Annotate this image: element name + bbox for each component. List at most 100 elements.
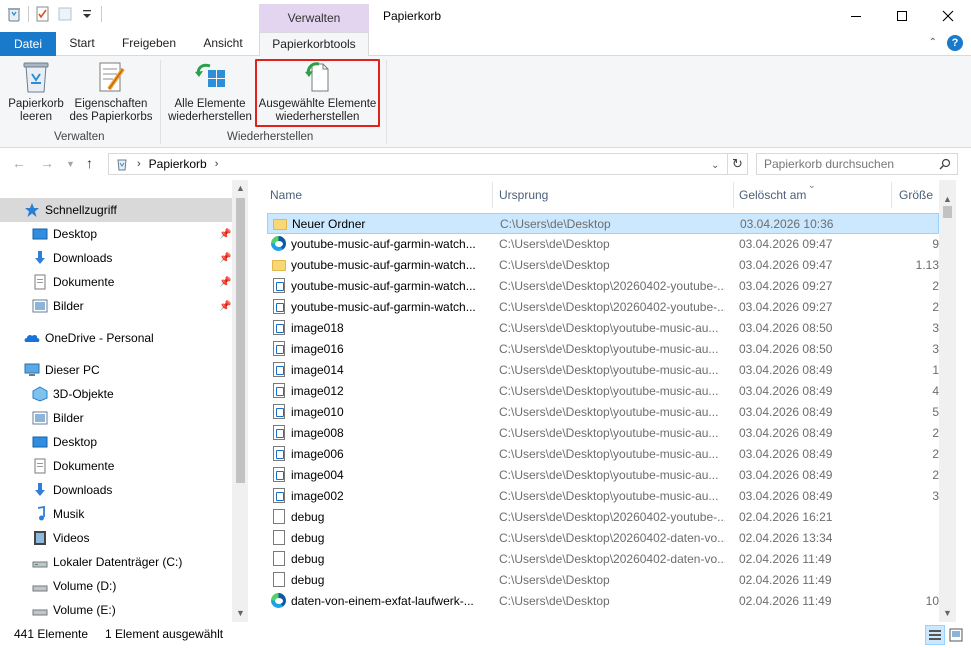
sidebar-scrollbar[interactable]: ▲ ▼ bbox=[232, 180, 248, 622]
sidebar-item-videos[interactable]: Videos bbox=[0, 526, 232, 550]
table-row[interactable]: debug C:\Users\de\Desktop\20260402-daten-… bbox=[267, 528, 939, 549]
column-header-origin[interactable]: Ursprung bbox=[499, 188, 548, 202]
tab-freigeben[interactable]: Freigeben bbox=[112, 32, 186, 56]
sidebar-item-dieser-pc[interactable]: Dieser PC bbox=[0, 358, 232, 382]
minimize-button[interactable] bbox=[833, 0, 879, 32]
table-row[interactable]: image008 C:\Users\de\Desktop\youtube-musi… bbox=[267, 423, 939, 444]
sidebar-item-schnellzugriff[interactable]: Schnellzugriff bbox=[0, 198, 232, 222]
column-header-name[interactable]: Name bbox=[270, 188, 302, 202]
window-title: Papierkorb bbox=[383, 9, 442, 23]
file-origin: C:\Users\de\Desktop bbox=[500, 217, 611, 231]
scrollbar-thumb[interactable] bbox=[236, 198, 245, 483]
sidebar-item-volume-d[interactable]: Volume (D:) bbox=[0, 574, 232, 598]
tab-start[interactable]: Start bbox=[60, 32, 104, 56]
address-dropdown-icon[interactable]: ⌄ bbox=[711, 160, 719, 171]
table-row[interactable]: daten-von-einem-exfat-laufwerk-... C:\Use… bbox=[267, 591, 939, 612]
pin-icon[interactable]: 📌 bbox=[219, 253, 231, 264]
table-row[interactable]: youtube-music-auf-garmin-watch... C:\User… bbox=[267, 276, 939, 297]
recent-locations-icon[interactable]: ▼ bbox=[66, 159, 75, 169]
properties-small-icon[interactable] bbox=[35, 6, 51, 22]
up-arrow-icon[interactable]: ↑ bbox=[86, 155, 93, 171]
table-row[interactable]: youtube-music-auf-garmin-watch... C:\User… bbox=[267, 234, 939, 255]
large-icons-view-button[interactable] bbox=[946, 625, 966, 645]
file-size: 1.13 bbox=[915, 258, 939, 272]
collapse-ribbon-icon[interactable]: ⌃ bbox=[929, 35, 937, 51]
forward-arrow-icon[interactable]: → bbox=[40, 155, 54, 171]
table-row[interactable]: image018 C:\Users\de\Desktop\youtube-musi… bbox=[267, 318, 939, 339]
close-button[interactable] bbox=[925, 0, 971, 32]
table-row[interactable]: youtube-music-auf-garmin-watch... C:\User… bbox=[267, 297, 939, 318]
sidebar-item-3d-objekte[interactable]: 3D-Objekte bbox=[0, 382, 232, 406]
table-row[interactable]: debug C:\Users\de\Desktop 02.04.2026 11:49 bbox=[267, 570, 939, 591]
sidebar-item-dokumente[interactable]: Dokumente 📌 bbox=[0, 270, 232, 294]
customize-toolbar-icon[interactable] bbox=[79, 6, 95, 22]
recycle-bin-properties-button[interactable]: Eigenschaften des Papierkorbs bbox=[69, 60, 153, 124]
table-row[interactable]: image002 C:\Users\de\Desktop\youtube-musi… bbox=[267, 486, 939, 507]
image-icon bbox=[271, 320, 287, 336]
column-separator[interactable] bbox=[492, 182, 493, 208]
scroll-up-icon[interactable]: ▲ bbox=[939, 194, 956, 204]
column-separator[interactable] bbox=[733, 182, 734, 208]
table-row[interactable]: image016 C:\Users\de\Desktop\youtube-musi… bbox=[267, 339, 939, 360]
sidebar-item-desktop-pc[interactable]: Desktop bbox=[0, 430, 232, 454]
tab-papierkorbtools[interactable]: Papierkorbtools bbox=[259, 32, 369, 57]
sidebar-item-onedrive[interactable]: OneDrive - Personal bbox=[0, 326, 232, 350]
column-header-size[interactable]: Größe bbox=[899, 188, 933, 202]
scroll-down-icon[interactable]: ▼ bbox=[232, 608, 248, 618]
address-bar[interactable]: › Papierkorb › bbox=[108, 153, 728, 175]
help-icon[interactable]: ? bbox=[947, 35, 963, 51]
tab-ansicht[interactable]: Ansicht bbox=[192, 32, 254, 56]
image-icon bbox=[271, 488, 287, 504]
file-size: 4 bbox=[932, 384, 939, 398]
download-icon bbox=[32, 482, 48, 498]
breadcrumb-chevron-icon[interactable]: › bbox=[137, 158, 141, 170]
scrollbar-thumb[interactable] bbox=[943, 206, 952, 218]
sidebar-item-volume-e[interactable]: Volume (E:) bbox=[0, 598, 232, 622]
restore-all-button[interactable]: Alle Elemente wiederherstellen bbox=[165, 60, 255, 124]
file-name: image002 bbox=[291, 489, 344, 503]
sidebar-item-dokumente-pc[interactable]: Dokumente bbox=[0, 454, 232, 478]
details-view-button[interactable] bbox=[925, 625, 945, 645]
sidebar-item-bilder[interactable]: Bilder 📌 bbox=[0, 294, 232, 318]
file-size: 2 bbox=[932, 426, 939, 440]
text-file-icon bbox=[271, 509, 287, 525]
scroll-down-icon[interactable]: ▼ bbox=[939, 608, 956, 618]
pin-icon[interactable]: 📌 bbox=[219, 229, 231, 240]
table-row[interactable]: debug C:\Users\de\Desktop\20260402-youtub… bbox=[267, 507, 939, 528]
table-row[interactable]: youtube-music-auf-garmin-watch... C:\User… bbox=[267, 255, 939, 276]
list-scrollbar[interactable]: ▲ ▼ bbox=[939, 180, 956, 622]
sidebar-item-downloads[interactable]: Downloads 📌 bbox=[0, 246, 232, 270]
breadcrumb-chevron-icon[interactable]: › bbox=[215, 158, 219, 170]
file-size: 3 bbox=[932, 321, 939, 335]
file-name: image012 bbox=[291, 384, 344, 398]
back-arrow-icon[interactable]: ← bbox=[12, 155, 26, 171]
recycle-bin-small-icon[interactable] bbox=[6, 6, 22, 22]
table-row[interactable]: image014 C:\Users\de\Desktop\youtube-musi… bbox=[267, 360, 939, 381]
sidebar-item-bilder-pc[interactable]: Bilder bbox=[0, 406, 232, 430]
pin-icon[interactable]: 📌 bbox=[219, 277, 231, 288]
maximize-button[interactable] bbox=[879, 0, 925, 32]
sidebar-item-musik[interactable]: Musik bbox=[0, 502, 232, 526]
table-row[interactable]: Neuer Ordner C:\Users\de\Desktop 03.04.202… bbox=[267, 213, 939, 234]
pin-icon[interactable]: 📌 bbox=[219, 301, 231, 312]
empty-recycle-bin-button[interactable]: Papierkorb leeren bbox=[5, 60, 67, 124]
table-row[interactable]: debug C:\Users\de\Desktop\20260402-daten-… bbox=[267, 549, 939, 570]
sidebar-item-label: Bilder bbox=[53, 411, 84, 425]
search-input[interactable]: Papierkorb durchsuchen bbox=[756, 153, 958, 175]
column-header-deleted[interactable]: Gelöscht am bbox=[739, 188, 806, 202]
table-row[interactable]: image010 C:\Users\de\Desktop\youtube-musi… bbox=[267, 402, 939, 423]
new-folder-small-icon[interactable] bbox=[57, 6, 73, 22]
sidebar-item-desktop[interactable]: Desktop 📌 bbox=[0, 222, 232, 246]
tab-datei[interactable]: Datei bbox=[0, 32, 56, 56]
sidebar-item-laufwerk-c[interactable]: Lokaler Datenträger (C:) bbox=[0, 550, 232, 574]
refresh-button[interactable]: ↻ bbox=[728, 153, 748, 175]
breadcrumb-papierkorb[interactable]: Papierkorb bbox=[149, 157, 207, 171]
scroll-up-icon[interactable]: ▲ bbox=[232, 183, 248, 193]
column-separator[interactable] bbox=[891, 182, 892, 208]
table-row[interactable]: image006 C:\Users\de\Desktop\youtube-musi… bbox=[267, 444, 939, 465]
sidebar-item-downloads-pc[interactable]: Downloads bbox=[0, 478, 232, 502]
image-icon bbox=[271, 446, 287, 462]
table-row[interactable]: image012 C:\Users\de\Desktop\youtube-musi… bbox=[267, 381, 939, 402]
table-row[interactable]: image004 C:\Users\de\Desktop\youtube-musi… bbox=[267, 465, 939, 486]
button-label-line2: leeren bbox=[20, 111, 52, 123]
